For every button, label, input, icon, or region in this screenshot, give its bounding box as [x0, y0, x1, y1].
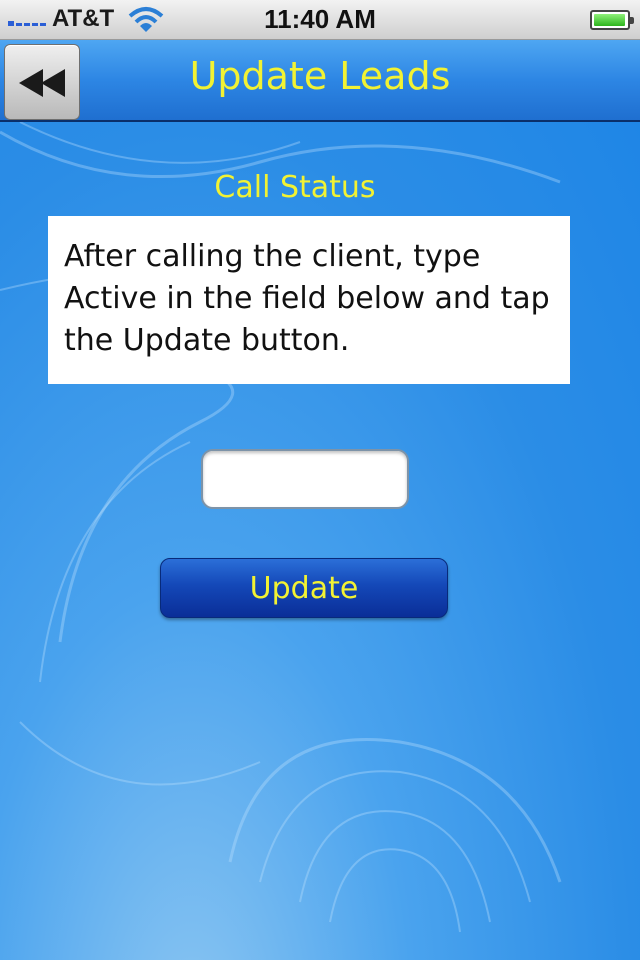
- status-time: 11:40 AM: [264, 4, 376, 34]
- navigation-bar: Update Leads: [0, 40, 640, 122]
- update-button[interactable]: Update: [160, 558, 448, 618]
- battery-level: [594, 14, 625, 26]
- content-area: Call Status After calling the client, ty…: [0, 122, 640, 960]
- instruction-text: After calling the client, type Active in…: [48, 216, 570, 384]
- back-button[interactable]: [4, 44, 80, 120]
- battery-icon: [590, 10, 634, 30]
- call-status-label: Call Status: [214, 170, 376, 205]
- call-status-input[interactable]: [201, 449, 409, 509]
- page-title: Update Leads: [189, 54, 451, 98]
- rewind-icon: [19, 69, 65, 97]
- status-bar: AT&T 11:40 AM: [0, 0, 640, 40]
